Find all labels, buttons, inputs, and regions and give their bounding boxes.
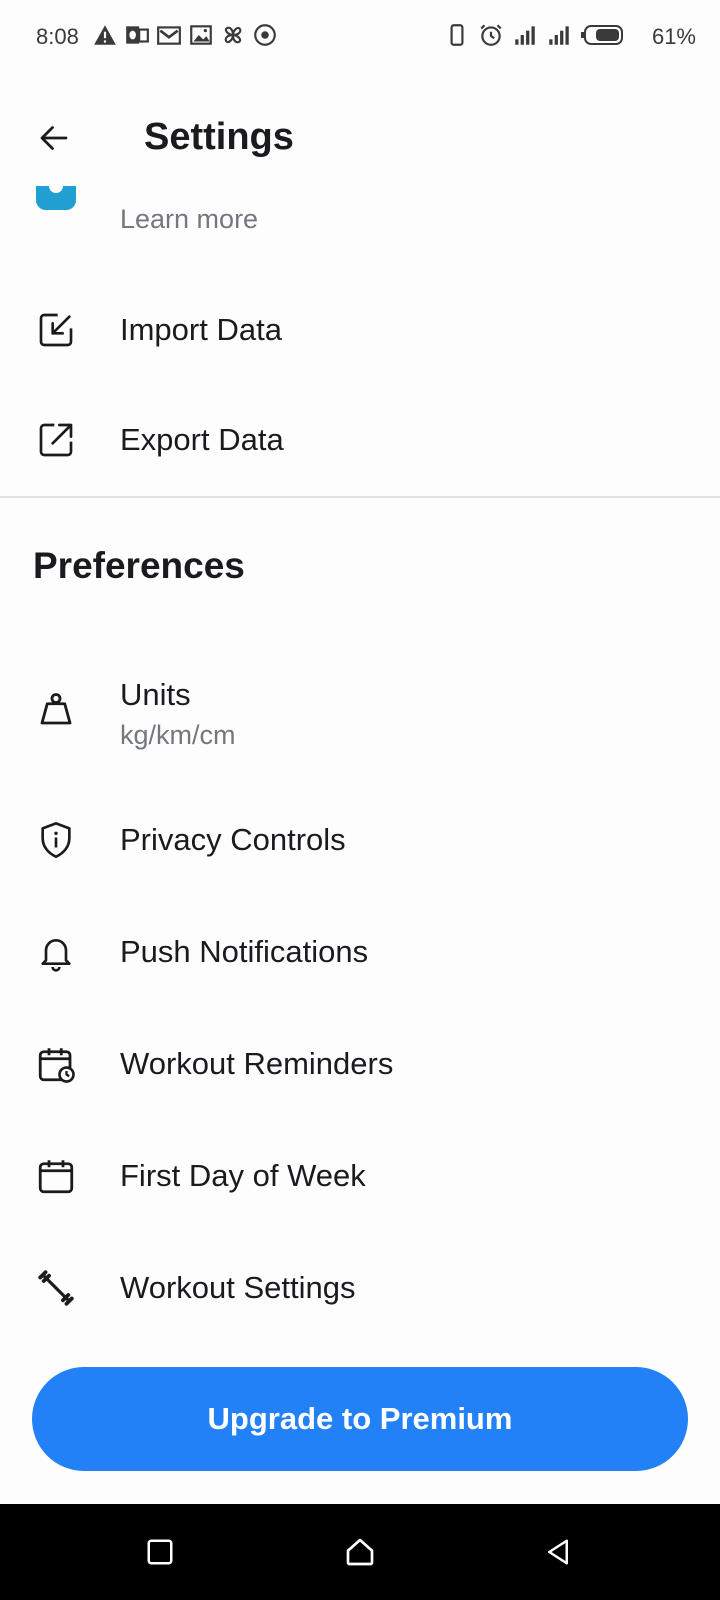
outlook-icon [126,26,149,44]
settings-item-units[interactable]: Units kg/km/cm [0,665,720,755]
settings-item-privacy-controls[interactable]: Privacy Controls [0,800,720,880]
weight-icon [30,683,82,735]
status-time: 8:08 [36,24,79,49]
battery-percent: 61% [651,24,696,49]
status-bar: 8:08 61% [0,0,720,72]
item-sublabel: Learn more [120,204,259,234]
item-label: Export Data [120,422,284,457]
back-icon [548,1539,568,1565]
shield-icon [30,814,82,866]
signal-icon [515,26,535,45]
gallery-icon [190,25,212,45]
item-label: First Day of Week [120,1158,366,1193]
system-icons [444,22,624,48]
app-logo-icon [30,186,82,220]
item-label: Import Data [120,312,282,347]
section-divider [0,496,720,498]
export-icon [30,414,82,466]
settings-item-learn-more[interactable]: Learn more [0,186,720,256]
pinwheel-icon [224,26,242,44]
page-title: Settings [144,116,294,158]
calendar-icon [30,1150,82,1202]
settings-item-first-day-of-week[interactable]: First Day of Week [0,1136,720,1216]
home-button[interactable] [336,1528,384,1576]
back-nav-button[interactable] [534,1528,582,1576]
warning-icon [94,25,116,45]
calendar-clock-icon [30,1038,82,1090]
app-bar: Settings [0,90,720,186]
settings-item-import-data[interactable]: Import Data [0,290,720,370]
gmail-icon [157,26,181,45]
vibrate-icon [450,24,464,46]
item-sublabel: kg/km/cm [120,720,236,750]
item-label: Workout Reminders [120,1046,394,1081]
dumbbell-icon [30,1262,82,1314]
bell-icon [30,926,82,978]
battery-icon [581,25,623,45]
item-label: Push Notifications [120,934,369,969]
recents-button[interactable] [136,1528,184,1576]
notification-icons [92,22,278,48]
section-title-preferences: Preferences [33,545,245,586]
signal-icon [549,26,569,45]
recents-icon [147,1539,173,1565]
settings-item-workout-settings[interactable]: Workout Settings [0,1248,720,1328]
alarm-icon [480,24,502,46]
back-button[interactable] [24,108,84,168]
settings-item-export-data[interactable]: Export Data [0,400,720,480]
item-label: Units [120,677,191,712]
home-icon [346,1538,374,1566]
settings-item-push-notifications[interactable]: Push Notifications [0,912,720,992]
target-icon [254,24,276,46]
upgrade-premium-button[interactable]: Upgrade to Premium [32,1367,688,1471]
system-nav-bar [0,1504,720,1600]
item-label: Workout Settings [120,1270,356,1305]
settings-item-workout-reminders[interactable]: Workout Reminders [0,1024,720,1104]
item-label: Privacy Controls [120,822,346,857]
arrow-back-icon [40,126,68,150]
import-icon [30,304,82,356]
